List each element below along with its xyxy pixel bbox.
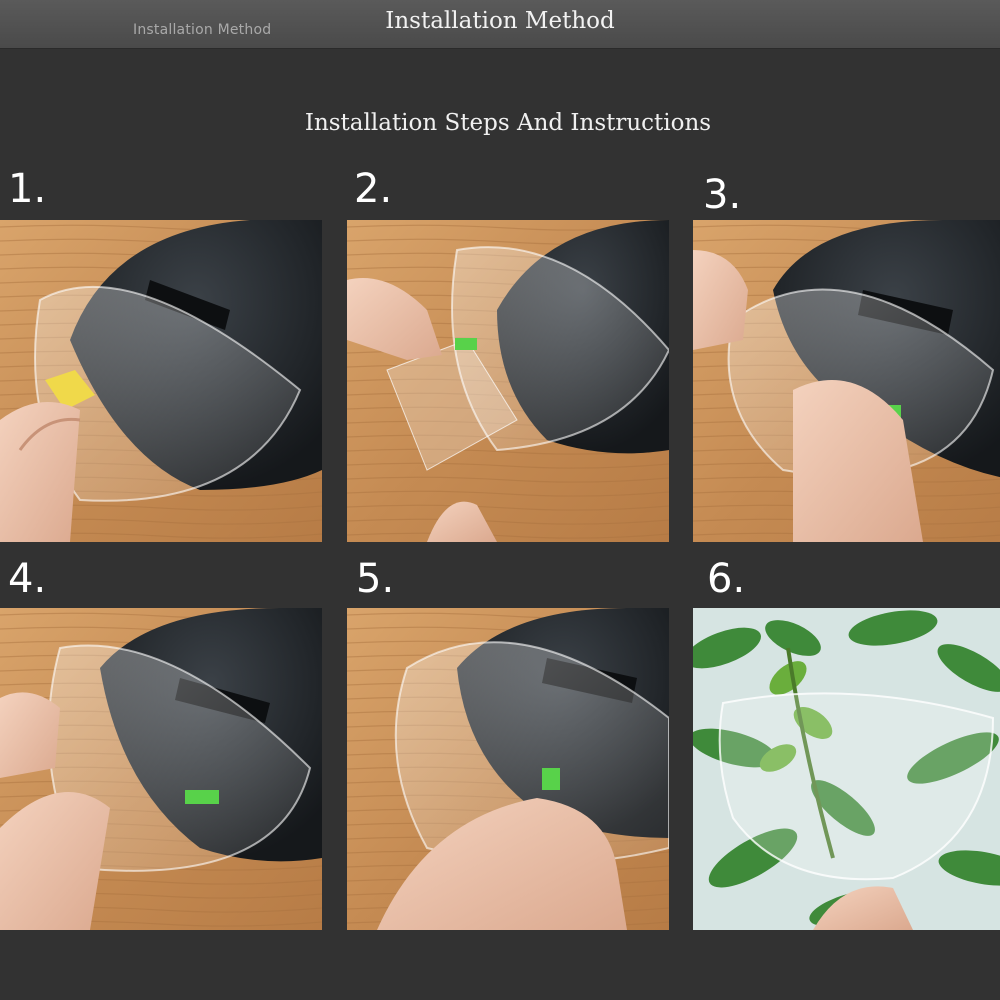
step-6-photo (693, 608, 1000, 930)
step-2-number: 2. (354, 166, 393, 212)
step-4-number: 4. (8, 556, 47, 602)
step-1-number: 1. (8, 166, 47, 212)
step-4-photo (0, 608, 322, 930)
step-1-photo (0, 220, 322, 542)
page-subtitle: Installation Steps And Instructions (304, 110, 712, 136)
header-title: Installation Method (385, 8, 615, 34)
header-bar: Installation Method Installation Method (0, 0, 1000, 49)
step-5-number: 5. (356, 556, 395, 602)
step-2-photo (347, 220, 669, 542)
step-6-number: 6. (707, 556, 746, 602)
step-3-number: 3. (703, 172, 742, 218)
step-5-photo (347, 608, 669, 930)
step-3-photo (693, 220, 1000, 542)
